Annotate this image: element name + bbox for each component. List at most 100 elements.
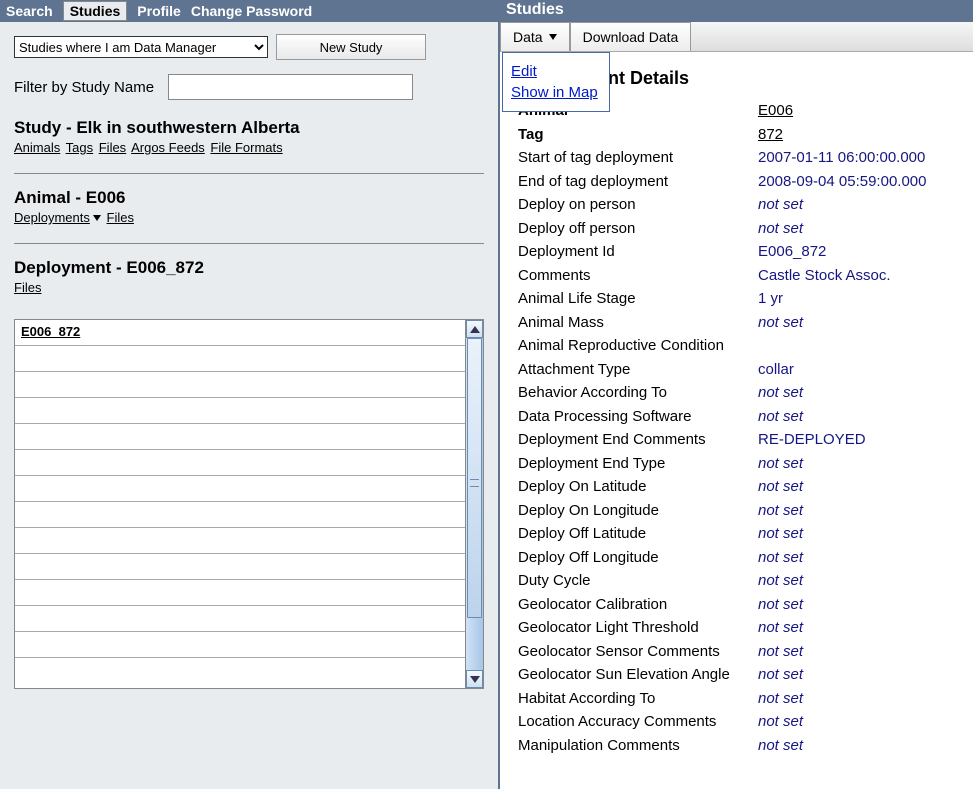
detail-label: Geolocator Sensor Comments [518, 640, 758, 664]
sublink-animals[interactable]: Animals [14, 140, 60, 155]
detail-value: collar [758, 358, 794, 382]
detail-value: 2007-01-11 06:00:00.000 [758, 146, 925, 170]
detail-value: RE-DEPLOYED [758, 428, 866, 452]
list-row-empty [15, 580, 465, 606]
detail-row: Location Accuracy Commentsnot set [518, 710, 973, 734]
detail-label: Start of tag deployment [518, 146, 758, 170]
detail-label: Deployment End Type [518, 452, 758, 476]
list-row-empty [15, 476, 465, 502]
sublink-argos-feeds[interactable]: Argos Feeds [131, 140, 205, 155]
tab-download-data[interactable]: Download Data [570, 22, 692, 51]
top-nav-profile[interactable]: Profile [137, 3, 181, 19]
scroll-up-button[interactable] [466, 320, 483, 338]
dropdown-item-show-in-map[interactable]: Show in Map [511, 84, 601, 101]
detail-label: End of tag deployment [518, 170, 758, 194]
detail-value: not set [758, 593, 803, 617]
detail-row: Deployment IdE006_872 [518, 240, 973, 264]
list-row-empty [15, 528, 465, 554]
list-row-empty [15, 372, 465, 398]
list-row-empty [15, 450, 465, 476]
deployment-list: E006_872 [14, 319, 484, 689]
filter-row: Filter by Study Name [14, 74, 484, 100]
scrollbar-thumb[interactable] [467, 338, 482, 618]
list-row-empty [15, 346, 465, 372]
study-section-links: Animals Tags Files Argos Feeds File Form… [14, 140, 484, 155]
list-row-empty [15, 554, 465, 580]
detail-row: Deployment End Typenot set [518, 452, 973, 476]
data-tab-dropdown: Edit Show in Map [502, 52, 610, 112]
detail-value: not set [758, 452, 803, 476]
study-select-row: Studies where I am Data Manager New Stud… [14, 34, 484, 60]
top-nav-studies[interactable]: Studies [63, 1, 128, 21]
detail-row: Duty Cyclenot set [518, 569, 973, 593]
detail-row: Animal Life Stage1 yr [518, 287, 973, 311]
sublink-files[interactable]: Files [99, 140, 126, 155]
scroll-down-button[interactable] [466, 670, 483, 688]
detail-value: 2008-09-04 05:59:00.000 [758, 170, 926, 194]
detail-value: not set [758, 499, 803, 523]
animal-section-links: Deployments Files [14, 210, 484, 225]
divider [14, 243, 484, 244]
detail-row: CommentsCastle Stock Assoc. [518, 264, 973, 288]
detail-value: not set [758, 616, 803, 640]
caret-down-icon [549, 34, 557, 40]
detail-label: Habitat According To [518, 687, 758, 711]
detail-value: not set [758, 734, 803, 758]
detail-value: not set [758, 663, 803, 687]
detail-value: not set [758, 475, 803, 499]
right-header-title: Studies [500, 0, 973, 22]
detail-value[interactable]: E006 [758, 99, 793, 123]
list-row[interactable]: E006_872 [15, 320, 465, 346]
list-row-empty [15, 424, 465, 450]
details-body: AnimalE006Tag872Start of tag deployment2… [518, 99, 973, 757]
scrollbar-grip-icon [470, 479, 479, 487]
detail-row: Manipulation Commentsnot set [518, 734, 973, 758]
top-nav-search[interactable]: Search [6, 3, 53, 19]
left-inner: Studies where I am Data Manager New Stud… [0, 22, 498, 789]
animal-section-title: Animal - E006 [14, 188, 484, 208]
sublink-file-formats[interactable]: File Formats [210, 140, 282, 155]
chevron-down-icon [470, 676, 480, 683]
detail-value: not set [758, 640, 803, 664]
detail-row: Deploy On Latitudenot set [518, 475, 973, 499]
detail-label: Duty Cycle [518, 569, 758, 593]
detail-label: Comments [518, 264, 758, 288]
detail-row: Deploy off personnot set [518, 217, 973, 241]
list-row-empty [15, 606, 465, 632]
scrollbar[interactable] [465, 320, 483, 688]
detail-value: 1 yr [758, 287, 783, 311]
tab-data[interactable]: Data [500, 22, 570, 51]
detail-label: Animal Reproductive Condition [518, 334, 758, 358]
sublink-tags[interactable]: Tags [66, 140, 93, 155]
detail-value: not set [758, 687, 803, 711]
detail-label: Geolocator Calibration [518, 593, 758, 617]
detail-label: Deploy off person [518, 217, 758, 241]
tab-bar: Data Download Data [500, 22, 973, 52]
filter-label: Filter by Study Name [14, 79, 154, 96]
detail-label: Manipulation Comments [518, 734, 758, 758]
detail-label: Data Processing Software [518, 405, 758, 429]
detail-value: not set [758, 217, 803, 241]
chevron-up-icon [470, 326, 480, 333]
detail-value[interactable]: 872 [758, 123, 783, 147]
detail-label: Deploy On Longitude [518, 499, 758, 523]
detail-label: Deploy on person [518, 193, 758, 217]
detail-label: Deployment Id [518, 240, 758, 264]
list-row-empty [15, 502, 465, 528]
list-row-empty [15, 398, 465, 424]
study-filter-select[interactable]: Studies where I am Data Manager [14, 36, 268, 58]
detail-label: Deploy Off Longitude [518, 546, 758, 570]
filter-study-name-input[interactable] [168, 74, 413, 100]
new-study-button[interactable]: New Study [276, 34, 426, 60]
detail-value: not set [758, 569, 803, 593]
detail-row: Geolocator Calibrationnot set [518, 593, 973, 617]
dropdown-item-edit[interactable]: Edit [511, 63, 601, 80]
sublink-files[interactable]: Files [107, 210, 134, 225]
detail-value: Castle Stock Assoc. [758, 264, 891, 288]
detail-label: Deploy Off Latitude [518, 522, 758, 546]
details-area: nt Details AnimalE006Tag872Start of tag … [500, 52, 973, 789]
detail-value: not set [758, 381, 803, 405]
top-nav-change-password[interactable]: Change Password [191, 3, 312, 19]
sublink-files[interactable]: Files [14, 280, 41, 295]
sublink-deployments[interactable]: Deployments [14, 210, 90, 225]
